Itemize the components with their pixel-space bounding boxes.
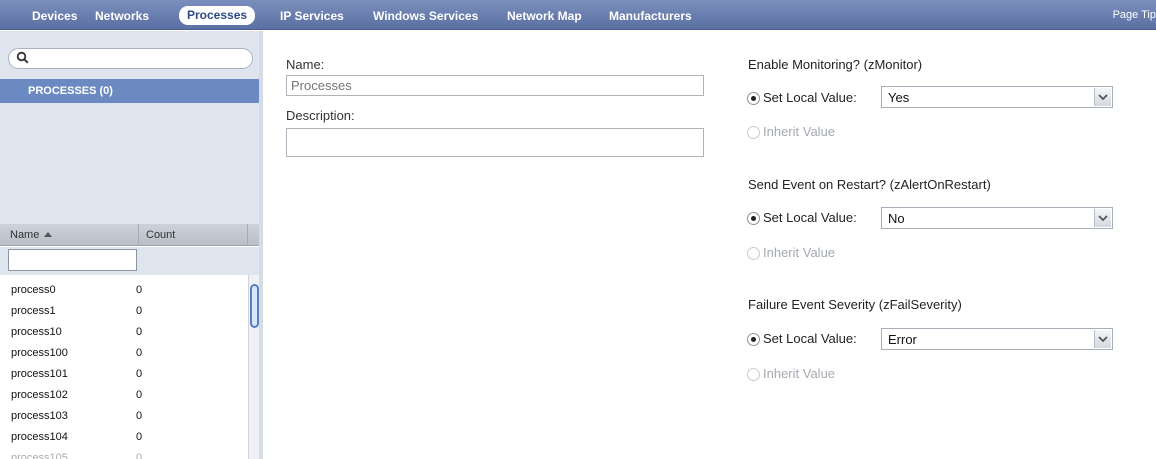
column-divider[interactable]: [247, 224, 248, 246]
tab-ip-services[interactable]: IP Services: [280, 7, 344, 25]
inherit-label: Inherit Value: [763, 245, 836, 260]
row-name: process0: [11, 284, 56, 296]
setting-title-zfailseverity: Failure Event Severity (zFailSeverity): [748, 297, 962, 312]
inherit-radio-zalertonrestart[interactable]: [747, 247, 760, 260]
row-count: 0: [136, 284, 143, 296]
inherit-label: Inherit Value: [763, 124, 836, 139]
select-value: Yes: [888, 90, 910, 105]
set-local-label: Set Local Value:: [763, 210, 857, 225]
name-field[interactable]: [286, 75, 704, 96]
row-count: 0: [136, 305, 143, 317]
row-count: 0: [136, 326, 143, 338]
table-row[interactable]: process1 0: [0, 301, 248, 322]
description-label: Description:: [286, 108, 355, 123]
inherit-radio-zmonitor[interactable]: [747, 126, 760, 139]
row-count: 0: [136, 368, 143, 380]
tab-processes[interactable]: Processes: [179, 6, 256, 25]
chevron-down-icon[interactable]: [1094, 88, 1111, 106]
tab-devices[interactable]: Devices: [32, 7, 77, 25]
grid-body: process0 0 process1 0 process10 0 proces…: [0, 280, 248, 459]
setting-title-zmonitor: Enable Monitoring? (zMonitor): [748, 57, 923, 72]
set-local-radio-zalertonrestart[interactable]: [747, 212, 760, 225]
table-row[interactable]: process103 0: [0, 406, 248, 427]
table-row[interactable]: process100 0: [0, 343, 248, 364]
setting-title-zalertonrestart: Send Event on Restart? (zAlertOnRestart): [748, 177, 991, 192]
search-icon: [16, 51, 29, 64]
chevron-down-icon[interactable]: [1094, 330, 1111, 348]
grid-filter-row: [0, 247, 259, 275]
set-local-radio-zfailseverity[interactable]: [747, 333, 760, 346]
process-tree: PROCESSES (0): [0, 31, 259, 224]
table-row[interactable]: process101 0: [0, 364, 248, 385]
tab-windows-services[interactable]: Windows Services: [373, 7, 478, 25]
table-row[interactable]: process102 0: [0, 385, 248, 406]
set-local-label: Set Local Value:: [763, 331, 857, 346]
zmonitor-select[interactable]: Yes: [881, 86, 1113, 108]
row-name: process102: [11, 389, 68, 401]
inherit-radio-zfailseverity[interactable]: [747, 368, 760, 381]
chevron-down-icon[interactable]: [1094, 209, 1111, 227]
row-count: 0: [136, 389, 143, 401]
table-row[interactable]: process0 0: [0, 280, 248, 301]
description-field[interactable]: [286, 128, 704, 157]
name-label: Name:: [286, 57, 325, 72]
select-value: No: [888, 211, 905, 226]
top-navigation-bar: Devices Networks Processes IP Services W…: [0, 0, 1156, 30]
tab-network-map[interactable]: Network Map: [507, 7, 582, 25]
zfailseverity-select[interactable]: Error: [881, 328, 1113, 350]
grid-scrollbar-thumb[interactable]: [250, 284, 259, 328]
set-local-label: Set Local Value:: [763, 90, 857, 105]
row-count: 0: [136, 431, 143, 443]
search-input[interactable]: [33, 51, 245, 67]
sort-ascending-icon: [44, 232, 53, 237]
row-count: 0: [136, 347, 143, 359]
table-row[interactable]: process10 0: [0, 322, 248, 343]
tab-networks[interactable]: Networks: [95, 7, 149, 25]
row-name: process103: [11, 410, 68, 422]
row-count: 0: [136, 410, 143, 422]
table-row[interactable]: process104 0: [0, 427, 248, 448]
tab-manufacturers[interactable]: Manufacturers: [609, 7, 692, 25]
page-tips-link[interactable]: Page Tip: [1113, 9, 1156, 21]
search-box[interactable]: [8, 48, 253, 69]
tree-node-processes[interactable]: PROCESSES (0): [0, 79, 259, 103]
row-name: process101: [11, 368, 68, 380]
column-header-name[interactable]: Name: [10, 229, 53, 241]
row-name: process10: [11, 326, 62, 338]
row-name: process105: [11, 452, 68, 459]
row-name: process100: [11, 347, 68, 359]
left-panel: PROCESSES (0) Name Count process0 0 proc…: [0, 31, 263, 459]
column-header-name-label: Name: [10, 229, 40, 241]
select-value: Error: [888, 332, 917, 347]
grid-scrollbar[interactable]: [248, 275, 259, 459]
set-local-radio-zmonitor[interactable]: [747, 92, 760, 105]
column-divider[interactable]: [138, 224, 139, 246]
table-row[interactable]: process105 0: [0, 448, 248, 459]
zalertonrestart-select[interactable]: No: [881, 207, 1113, 229]
row-name: process1: [11, 305, 56, 317]
name-filter-input[interactable]: [8, 249, 137, 271]
grid-header: Name Count: [0, 224, 259, 246]
row-name: process104: [11, 431, 68, 443]
column-header-count[interactable]: Count: [146, 229, 175, 241]
inherit-label: Inherit Value: [763, 366, 836, 381]
row-count: 0: [136, 452, 143, 459]
